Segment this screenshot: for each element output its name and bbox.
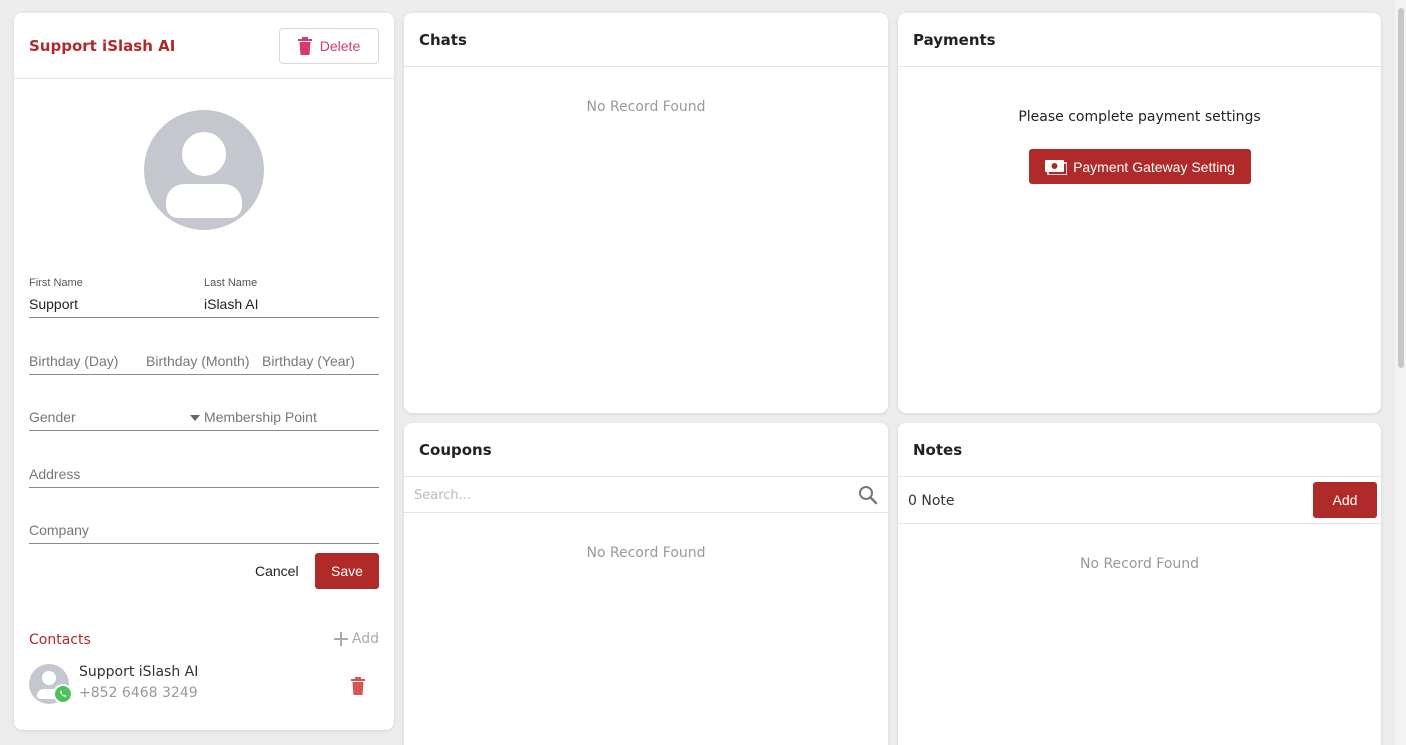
notes-empty-text: No Record Found <box>1079 556 1200 572</box>
delete-contact-trash-icon[interactable] <box>351 677 365 695</box>
first-name-label: First Name <box>29 277 83 289</box>
scrollbar-thumb[interactable] <box>1398 8 1404 368</box>
birthday-underline <box>29 374 379 375</box>
gender-underline <box>29 430 379 431</box>
payment-gateway-setting-label: Payment Gateway Setting <box>1073 158 1235 175</box>
birthday-month-field[interactable]: Birthday (Month) <box>146 353 249 369</box>
address-field[interactable]: Address <box>29 466 80 482</box>
search-icon[interactable] <box>858 485 878 505</box>
coupons-card: Coupons No Record Found <box>404 423 888 745</box>
add-note-button[interactable]: Add <box>1313 482 1377 518</box>
address-underline <box>29 487 379 488</box>
plus-icon <box>333 632 348 646</box>
membership-point-field[interactable]: Membership Point <box>204 409 317 425</box>
coupons-empty-text: No Record Found <box>586 545 706 561</box>
chevron-down-icon[interactable] <box>190 415 200 421</box>
profile-title: Support iSlash AI <box>29 37 176 55</box>
payment-gateway-setting-button[interactable]: Payment Gateway Setting <box>1029 149 1251 184</box>
notes-count: 0 Note <box>908 493 955 509</box>
notes-card: Notes 0 Note Add No Record Found <box>898 423 1381 745</box>
contact-phone: +852 6468 3249 <box>79 685 198 701</box>
name-underline <box>29 317 379 318</box>
save-button[interactable]: Save <box>315 553 379 589</box>
chats-empty-text: No Record Found <box>586 99 706 115</box>
profile-header: Support iSlash AI Delete <box>14 13 394 79</box>
chats-card: Chats No Record Found <box>404 13 888 413</box>
last-name-field[interactable]: iSlash AI <box>204 296 258 312</box>
birthday-year-field[interactable]: Birthday (Year) <box>262 353 355 369</box>
page-scrollbar[interactable] <box>1395 0 1406 745</box>
last-name-label: Last Name <box>204 277 258 289</box>
contacts-title: Contacts <box>29 632 91 648</box>
money-icon <box>1045 159 1068 175</box>
payment-message: Please complete payment settings <box>1018 109 1261 125</box>
add-contact-button[interactable]: Add <box>333 631 379 647</box>
first-name-field[interactable]: Support <box>29 296 78 312</box>
company-underline <box>29 543 379 544</box>
contact-name[interactable]: Support iSlash AI <box>79 664 198 680</box>
company-field[interactable]: Company <box>29 522 89 538</box>
notes-toolbar: 0 Note Add <box>898 477 1381 524</box>
payments-title: Payments <box>898 13 1381 67</box>
coupons-search-row <box>404 477 888 513</box>
birthday-day-field[interactable]: Birthday (Day) <box>29 353 118 369</box>
add-contact-label: Add <box>351 631 379 647</box>
avatar[interactable] <box>144 110 264 230</box>
gender-select[interactable]: Gender <box>29 409 76 425</box>
notes-title: Notes <box>898 423 1381 477</box>
delete-button[interactable]: Delete <box>279 28 379 64</box>
coupons-search-input[interactable] <box>414 485 844 505</box>
cancel-button[interactable]: Cancel <box>255 563 299 579</box>
chats-title: Chats <box>404 13 888 67</box>
trash-icon <box>297 37 312 55</box>
payments-card: Payments Please complete payment setting… <box>898 13 1381 413</box>
whatsapp-icon <box>53 684 73 704</box>
delete-button-label: Delete <box>319 38 361 54</box>
coupons-title: Coupons <box>404 423 888 477</box>
profile-card: Support iSlash AI Delete First Name Supp… <box>14 13 394 730</box>
